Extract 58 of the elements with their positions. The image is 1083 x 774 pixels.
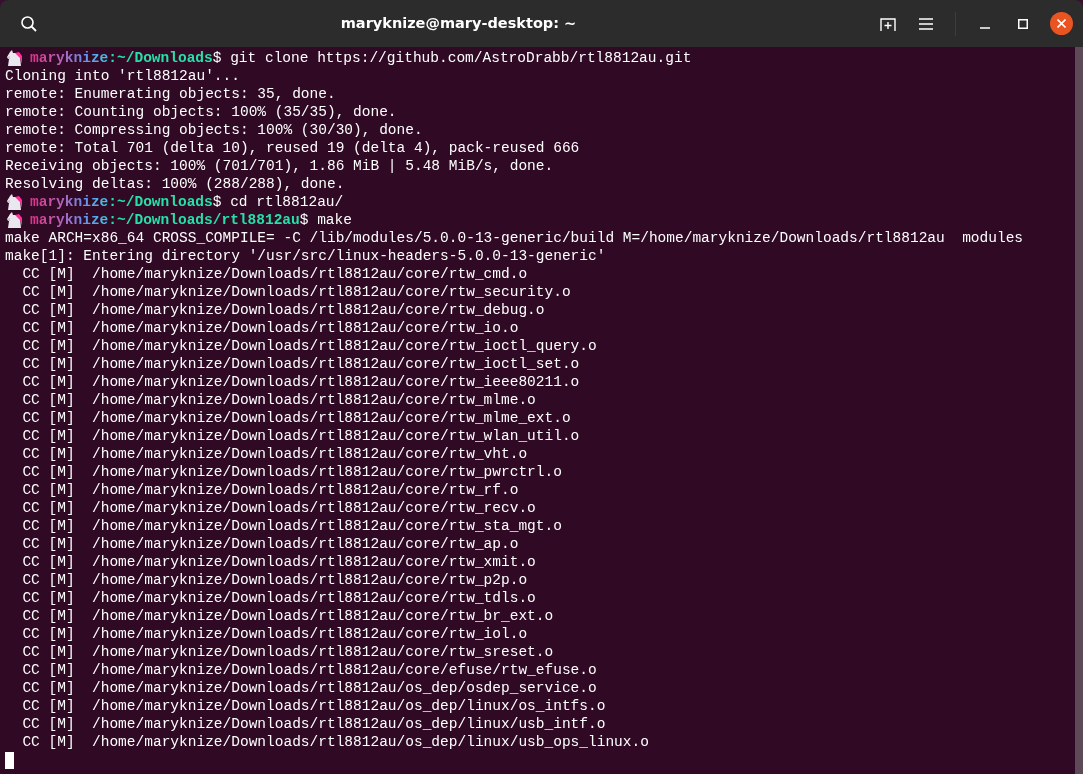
prompt-user: maryknize [30,211,109,229]
output-line: CC [M] /home/maryknize/Downloads/rtl8812au/core/rtw_mlme.o [21,391,536,409]
window-title: maryknize@mary-desktop: ~ [339,13,578,33]
output-line: CC [M] /home/maryknize/Downloads/rtl8812au/core/rtw_cmd.o [21,265,528,283]
close-icon [1057,19,1066,28]
prompt-user: maryknize [30,193,109,211]
search-icon [20,14,38,33]
output-line: remote: Total 701 (delta 10), reused 19 (delta 4), pack-reused 666 [5,139,580,157]
output-line: Resolving deltas: 100% (288/288), done. [5,175,345,193]
output-line: CC [M] /home/maryknize/Downloads/rtl8812au/core/rtw_p2p.o [21,571,528,589]
output-line: CC [M] /home/maryknize/Downloads/rtl8812au/core/rtw_debug.o [21,301,545,319]
output-line: CC [M] /home/maryknize/Downloads/rtl8812au/core/rtw_rf.o [21,481,519,499]
minimize-icon [980,26,990,29]
output-line: CC [M] /home/maryknize/Downloads/rtl8812au/core/efuse/rtw_efuse.o [21,661,597,679]
maximize-icon [1018,18,1028,29]
output-line: Receiving objects: 100% (701/701), 1.86 MiB | 5.48 MiB/s, done. [5,157,554,175]
unicorn-icon [5,49,23,67]
output-line: CC [M] /home/maryknize/Downloads/rtl8812au/core/rtw_io.o [21,319,519,337]
close-button[interactable] [1050,12,1073,35]
output-line: CC [M] /home/maryknize/Downloads/rtl8812au/core/rtw_mlme_ext.o [21,409,571,427]
output-line: remote: Counting objects: 100% (35/35), done. [5,103,397,121]
output-line: CC [M] /home/maryknize/Downloads/rtl8812au/core/rtw_br_ext.o [21,607,554,625]
output-line: CC [M] /home/maryknize/Downloads/rtl8812au/os_dep/linux/usb_intf.o [21,715,606,733]
output-line: make[1]: Entering directory '/usr/src/linux-headers-5.0.0-13-generic' [5,247,606,265]
prompt-path: :~/Downloads/rtl8812au [108,211,300,229]
output-line: CC [M] /home/maryknize/Downloads/rtl8812au/core/rtw_ioctl_set.o [21,355,580,373]
output-line: remote: Enumerating objects: 35, done. [5,85,336,103]
output-line: remote: Compressing objects: 100% (30/30), done. [5,121,423,139]
prompt-path: :~/Downloads [108,49,213,67]
output-line: CC [M] /home/maryknize/Downloads/rtl8812au/core/rtw_security.o [21,283,571,301]
output-line: CC [M] /home/maryknize/Downloads/rtl8812au/core/rtw_iol.o [21,625,528,643]
output-line: CC [M] /home/maryknize/Downloads/rtl8812au/core/rtw_sta_mgt.o [21,517,562,535]
output-line: CC [M] /home/maryknize/Downloads/rtl8812au/os_dep/linux/usb_ops_linux.o [21,733,649,751]
command-text: $ make [299,211,352,229]
output-line: CC [M] /home/maryknize/Downloads/rtl8812au/core/rtw_vht.o [21,445,528,463]
command-text: $ git clone https://github.com/AstroDrabb/rtl8812au.git [212,49,692,67]
output-line: CC [M] /home/maryknize/Downloads/rtl8812au/core/rtw_xmit.o [21,553,536,571]
output-line: CC [M] /home/maryknize/Downloads/rtl8812au/core/rtw_tdls.o [21,589,536,607]
unicorn-icon [5,193,23,211]
command-text: $ cd rtl8812au/ [212,193,344,211]
prompt-path: :~/Downloads [108,193,213,211]
scrollbar[interactable] [1075,47,1083,774]
output-line: CC [M] /home/maryknize/Downloads/rtl8812au/core/rtw_ap.o [21,535,519,553]
output-line: CC [M] /home/maryknize/Downloads/rtl8812au/core/rtw_ieee80211.o [21,373,580,391]
output-line: CC [M] /home/maryknize/Downloads/rtl8812au/os_dep/osdep_service.o [21,679,597,697]
output-line: CC [M] /home/maryknize/Downloads/rtl8812au/core/rtw_sreset.o [21,643,554,661]
new-tab-icon [880,15,896,32]
output-line: CC [M] /home/maryknize/Downloads/rtl8812au/core/rtw_ioctl_query.o [21,337,597,355]
unicorn-icon [5,211,23,229]
prompt-user: maryknize [30,49,109,67]
output-line: CC [M] /home/maryknize/Downloads/rtl8812au/core/rtw_pwrctrl.o [21,463,562,481]
output-line: CC [M] /home/maryknize/Downloads/rtl8812au/os_dep/linux/os_intfs.o [21,697,606,715]
output-line: make ARCH=x86_64 CROSS_COMPILE= -C /lib/modules/5.0.0-13-generic/build M=/home/maryknize/Downloads/rtl8812au modules [5,229,1024,247]
output-line: CC [M] /home/maryknize/Downloads/rtl8812au/core/rtw_recv.o [21,499,536,517]
output-line: Cloning into 'rtl8812au'... [5,67,240,85]
menu-icon [919,17,933,30]
text-cursor [5,752,14,769]
output-line: CC [M] /home/maryknize/Downloads/rtl8812au/core/rtw_wlan_util.o [21,427,580,445]
